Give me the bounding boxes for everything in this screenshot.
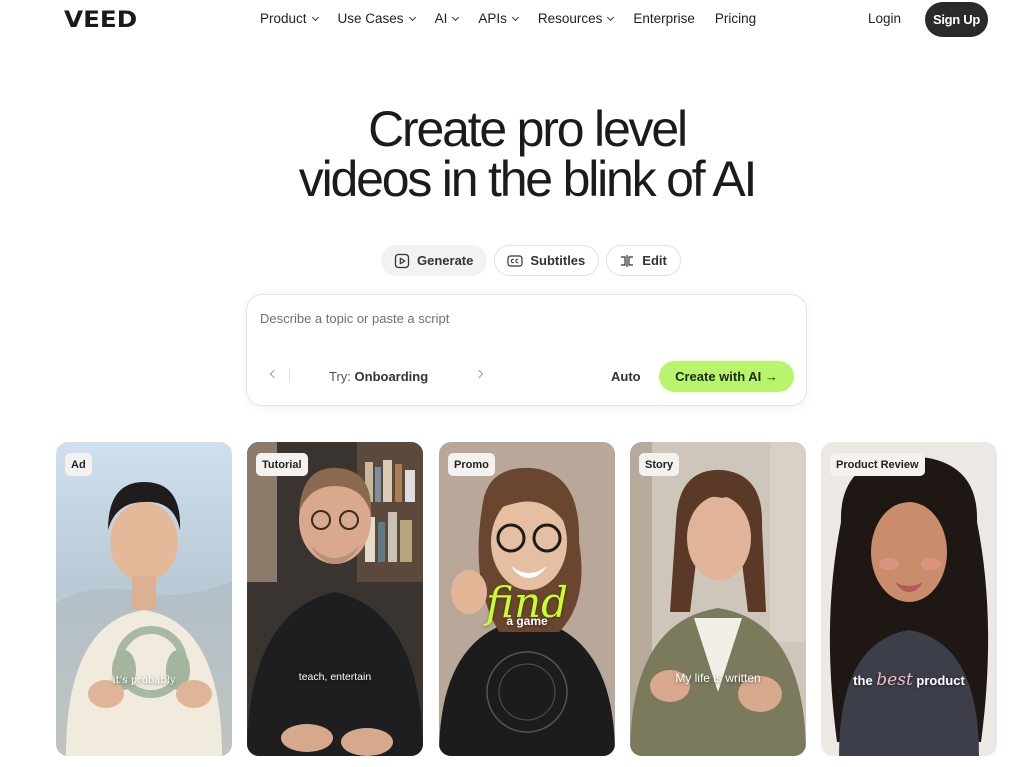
try-suggestion[interactable]: Try: Onboarding [329,369,428,384]
caption-script: best [876,670,913,690]
example-card-ad[interactable]: Ad it's probably [56,442,232,756]
card-caption: a game [506,614,548,628]
nav-ai[interactable]: AI [435,11,460,26]
caption-post: product [916,673,965,688]
nav-pricing[interactable]: Pricing [715,11,756,26]
mode-tabs: Generate Subtitles Edit [381,245,681,276]
caption-pre: the [853,673,873,688]
story-video-thumbnail [630,442,806,756]
nav-use-cases[interactable]: Use Cases [338,11,416,26]
prompt-input[interactable] [260,311,790,326]
play-square-icon [394,253,410,268]
product-review-video-thumbnail [821,442,997,756]
nav-enterprise[interactable]: Enterprise [633,11,695,26]
tab-generate[interactable]: Generate [381,245,488,276]
chevron-down-icon [311,13,319,21]
top-nav: VEED Product Use Cases AI APIs Resources… [0,0,1024,40]
nav-product[interactable]: Product [260,11,319,26]
signup-button[interactable]: Sign Up [925,2,988,37]
veed-logo[interactable]: VEED [64,8,137,33]
headline-line-2: videos in the blink of AI [298,151,758,207]
chevron-down-icon [408,13,416,21]
nav-links: Product Use Cases AI APIs Resources Ente… [260,11,776,26]
chevron-right-icon[interactable] [474,369,484,379]
example-card-tutorial[interactable]: Tutorial teach, entertain [247,442,423,756]
card-caption: the best product [821,670,997,690]
example-card-promo[interactable]: Promo find a game [439,442,615,756]
card-tag: Product Review [830,453,925,476]
tab-edit[interactable]: Edit [606,245,681,276]
tab-subtitles[interactable]: Subtitles [494,245,600,276]
card-tag: Ad [65,453,92,476]
tutorial-video-thumbnail [247,442,423,756]
prompt-box: Try: Onboarding Auto Create with AI → [246,294,807,406]
chevron-left-icon[interactable] [269,369,279,379]
hero-headline: Create pro level videos in the blink of … [0,104,1024,204]
trim-icon [621,254,634,267]
auto-selector[interactable]: Auto [611,369,641,384]
login-link[interactable]: Login [868,11,901,26]
card-caption: My life is written [675,671,761,685]
create-with-ai-button[interactable]: Create with AI → [659,361,794,392]
chevron-down-icon [607,13,615,21]
card-tag: Promo [448,453,495,476]
card-tag: Story [639,453,680,476]
divider [289,368,290,382]
nav-resources[interactable]: Resources [538,11,615,26]
cc-icon [507,254,523,267]
card-caption: teach, entertain [298,671,372,683]
card-tag: Tutorial [256,453,308,476]
nav-apis[interactable]: APIs [478,11,519,26]
headline-line-1: Create pro level [368,101,688,157]
chevron-down-icon [511,13,519,21]
card-caption: it's probably [112,675,176,686]
chevron-down-icon [452,13,460,21]
ad-video-thumbnail [56,442,232,756]
example-card-story[interactable]: Story My life is written [630,442,806,756]
example-card-product-review[interactable]: Product Review the best product [821,442,997,756]
